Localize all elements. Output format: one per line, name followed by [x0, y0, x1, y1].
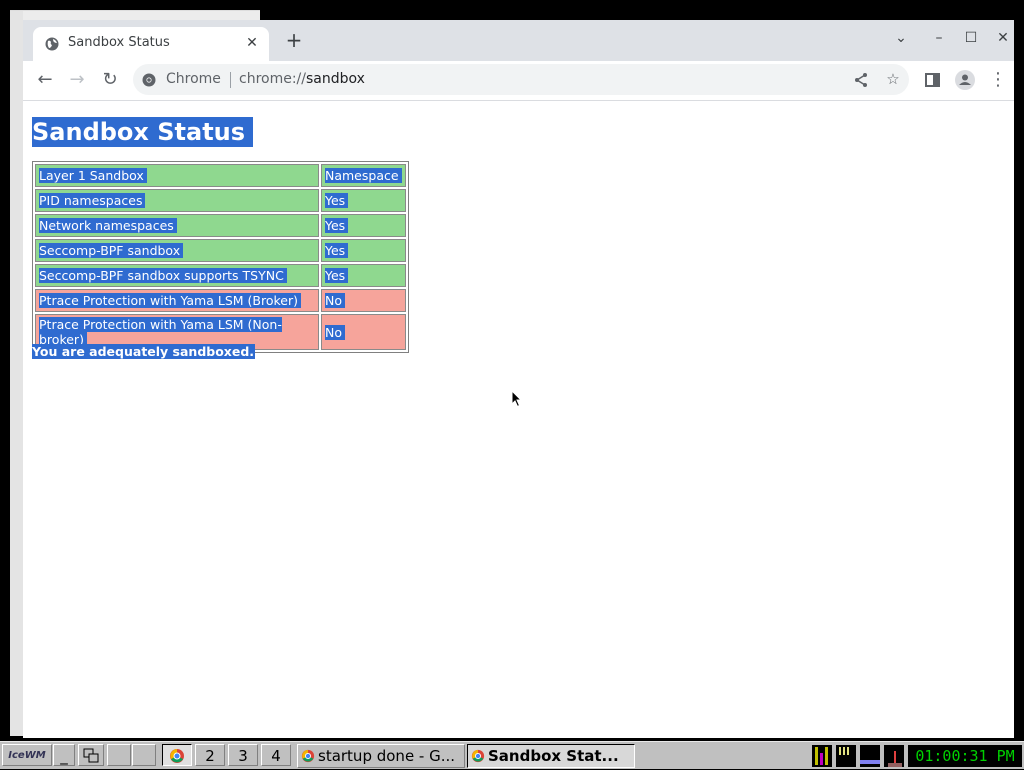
windows-icon: [83, 748, 99, 763]
site-chip: Chrome: [166, 71, 221, 87]
feature-label-cell: Ptrace Protection with Yama LSM (Broker): [35, 289, 319, 312]
show-desktop-button[interactable]: _: [53, 744, 75, 766]
url-scheme: chrome://: [239, 71, 306, 87]
menu-kebab-icon[interactable]: ⋮: [987, 69, 1009, 91]
feature-label: Ptrace Protection with Yama LSM (Non-bro…: [39, 317, 282, 347]
feature-value-cell: Namespace: [321, 164, 406, 187]
feature-value: Yes: [325, 218, 349, 233]
feature-value-cell: Yes: [321, 214, 406, 237]
feature-label: Ptrace Protection with Yama LSM (Broker): [39, 293, 301, 308]
feature-value-cell: No: [321, 289, 406, 312]
url-host: sandbox: [306, 71, 365, 87]
minimize-button[interactable]: –: [929, 30, 949, 46]
bookmark-star-icon[interactable]: ☆: [883, 69, 903, 89]
feature-label-cell: Layer 1 Sandbox: [35, 164, 319, 187]
url-text: chrome://sandbox: [239, 71, 365, 87]
cpu-monitor: [812, 745, 832, 767]
browser-toolbar: ← → ↻ Chrome chrome://sandbox ☆ ⋮: [23, 61, 1014, 101]
tab-strip: Sandbox Status ✕ + ⌄ – ☐ ✕: [23, 20, 1014, 61]
feature-value-cell: No: [321, 314, 406, 350]
task-label: Sandbox Stat...: [488, 747, 619, 765]
chrome-site-icon: [142, 73, 156, 87]
table-row: Seccomp-BPF sandbox supports TSYNC Yes: [35, 264, 406, 287]
page-title: Sandbox Status: [32, 117, 254, 147]
feature-label-cell: PID namespaces: [35, 189, 319, 212]
feature-label: PID namespaces: [39, 193, 146, 208]
omnibox-separator: [230, 72, 231, 88]
feature-value-cell: Yes: [321, 189, 406, 212]
chrome-icon: [471, 749, 485, 763]
quicklaunch-slot-1[interactable]: [107, 744, 131, 766]
sandbox-status-table: Layer 1 Sandbox Namespace PID namespaces Ye…: [32, 161, 409, 353]
page-content: Sandbox Status Layer 1 Sandbox Namespace P…: [23, 101, 1014, 738]
browser-window: Sandbox Status ✕ + ⌄ – ☐ ✕ ← → ↻ Chrome …: [23, 20, 1014, 738]
feature-label: Layer 1 Sandbox: [39, 168, 147, 183]
start-menu-button[interactable]: IceWM: [2, 744, 52, 766]
workspace-3[interactable]: 3: [228, 744, 258, 766]
workspace-1[interactable]: [162, 744, 192, 766]
forward-button[interactable]: →: [66, 69, 88, 91]
table-row: Layer 1 Sandbox Namespace: [35, 164, 406, 187]
table-row: Network namespaces Yes: [35, 214, 406, 237]
sandbox-summary: You are adequately sandboxed.: [32, 344, 256, 359]
network-monitor: [884, 745, 904, 767]
feature-value: Namespace: [325, 168, 402, 183]
chrome-icon: [301, 749, 315, 763]
window-list-button[interactable]: [78, 744, 104, 766]
chrome-icon: [170, 749, 184, 763]
tab-sandbox-status[interactable]: Sandbox Status ✕: [33, 27, 269, 61]
feature-label: Seccomp-BPF sandbox supports TSYNC: [39, 268, 287, 283]
table-row: Seccomp-BPF sandbox Yes: [35, 239, 406, 262]
mouse-cursor-icon: [511, 390, 523, 408]
reload-button[interactable]: ↻: [99, 69, 121, 91]
back-button[interactable]: ←: [34, 69, 56, 91]
globe-icon: [45, 37, 59, 51]
task-label: startup done - G...: [318, 747, 456, 765]
tab-search-icon[interactable]: ⌄: [891, 30, 911, 46]
close-window-button[interactable]: ✕: [993, 30, 1013, 46]
feature-value: Yes: [325, 268, 349, 283]
table-row: Ptrace Protection with Yama LSM (Broker)…: [35, 289, 406, 312]
table-row: PID namespaces Yes: [35, 189, 406, 212]
workspace-2[interactable]: 2: [195, 744, 225, 766]
tab-title: Sandbox Status: [68, 35, 170, 50]
address-bar[interactable]: Chrome chrome://sandbox ☆: [133, 64, 909, 95]
side-panel-icon[interactable]: [922, 69, 944, 91]
feature-label-cell: Network namespaces: [35, 214, 319, 237]
quicklaunch-slot-2[interactable]: [132, 744, 156, 766]
feature-value: No: [325, 293, 345, 308]
clock: 01:00:31 PM: [908, 745, 1022, 767]
maximize-button[interactable]: ☐: [961, 30, 981, 46]
feature-value: No: [325, 324, 345, 340]
tab-close-icon[interactable]: ✕: [243, 34, 261, 52]
task-startup-done[interactable]: startup done - G...: [297, 744, 465, 768]
feature-label-cell: Seccomp-BPF sandbox supports TSYNC: [35, 264, 319, 287]
feature-label-cell: Seccomp-BPF sandbox: [35, 239, 319, 262]
taskbar: IceWM _ 2 3 4 startup done - G... Sandbo…: [0, 741, 1024, 769]
feature-value-cell: Yes: [321, 239, 406, 262]
task-sandbox-status[interactable]: Sandbox Stat...: [467, 744, 635, 768]
profile-avatar-icon[interactable]: [954, 69, 976, 91]
workspace-4[interactable]: 4: [261, 744, 291, 766]
feature-value: Yes: [325, 193, 349, 208]
share-icon[interactable]: [851, 70, 871, 90]
feature-label: Network namespaces: [39, 218, 177, 233]
swap-monitor: [860, 745, 880, 767]
new-tab-button[interactable]: +: [284, 30, 304, 50]
feature-value: Yes: [325, 243, 349, 258]
memory-monitor: [836, 745, 856, 767]
feature-label: Seccomp-BPF sandbox: [39, 243, 184, 258]
feature-value-cell: Yes: [321, 264, 406, 287]
